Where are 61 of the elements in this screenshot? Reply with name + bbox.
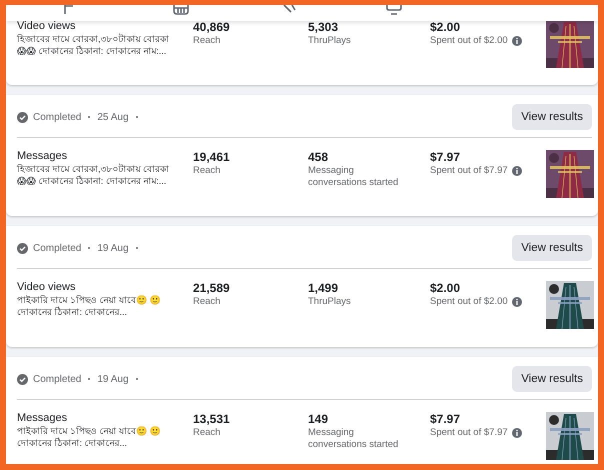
budget-label: Spent out of $7.97 <box>430 165 508 177</box>
amount-spent: $2.00 <box>430 281 462 296</box>
date-text: 19 Aug <box>97 374 129 384</box>
separator-dot <box>88 116 90 118</box>
result-type: Messages <box>17 412 68 425</box>
result-label: ThruPlays <box>308 35 352 47</box>
info-icon[interactable] <box>512 297 522 307</box>
result-label: Messaging conversations started <box>308 427 400 451</box>
budget-label: Spent out of $2.00 <box>430 296 508 308</box>
info-icon[interactable] <box>512 36 522 46</box>
result-value: 458 <box>308 150 330 165</box>
ad-text-line: পাইকারি দামে ১পিছও নেয়া যাবে🙂 🙂 <box>17 425 162 437</box>
check-circle-icon <box>17 242 28 254</box>
reach-value: 13,531 <box>193 412 231 427</box>
view-results-button[interactable]: View results <box>512 366 592 392</box>
check-circle-icon <box>17 112 28 122</box>
reach-value: 19,461 <box>193 150 231 165</box>
info-icon[interactable] <box>512 166 522 176</box>
amount-spent: $7.97 <box>430 412 462 427</box>
ad-text-line: পাইকারি দামে ১পিছও নেয়া যাবে🙂 🙂 <box>17 294 162 306</box>
reach-label: Reach <box>193 35 222 47</box>
result-label: Messaging conversations started <box>308 165 400 189</box>
result-value: 149 <box>308 412 330 427</box>
separator-dot <box>88 378 90 380</box>
storefront-icon[interactable] <box>172 5 190 15</box>
date-text: 19 Aug <box>97 242 129 254</box>
separator-dot <box>88 247 90 249</box>
separator-dot <box>136 116 138 118</box>
ad-text-line: দোকানের ঠিকানা: দোকানের... <box>17 306 128 318</box>
ad-text-line: 😱😱 দোকানের ঠিকানা: দোকানের নাম:... <box>17 175 168 187</box>
separator-dot <box>136 378 138 380</box>
separator-dot <box>136 247 138 249</box>
result-type: Video views <box>17 281 76 294</box>
amount-spent: $7.97 <box>430 150 462 165</box>
status-text: Completed <box>33 242 82 254</box>
result-value: 1,499 <box>308 281 340 296</box>
result-value: 5,303 <box>308 20 340 35</box>
ad-text-line: হিজাবের দামে বোরকা,৩৮০টাকায় বোরকা <box>17 163 170 175</box>
status-text: Completed <box>33 374 82 384</box>
result-type: Messages <box>17 150 68 163</box>
reach-label: Reach <box>193 427 222 439</box>
reach-value: 40,869 <box>193 20 231 35</box>
budget-label: Spent out of $7.97 <box>430 427 508 439</box>
monitor-icon[interactable] <box>386 5 402 15</box>
status-text: Completed <box>33 112 82 122</box>
date-text: 25 Aug <box>97 112 129 122</box>
result-label: ThruPlays <box>308 296 352 308</box>
view-results-button[interactable]: View results <box>512 235 592 261</box>
flag-icon[interactable] <box>62 5 76 15</box>
info-icon[interactable] <box>512 428 522 438</box>
ad-text-line: হিজাবের দামে বোরকা,৩৮০টাকায় বোরকা <box>17 33 170 45</box>
reach-label: Reach <box>193 165 222 177</box>
reach-label: Reach <box>193 296 222 308</box>
budget-label: Spent out of $2.00 <box>430 35 508 47</box>
reach-value: 21,589 <box>193 281 231 296</box>
result-type: Video views <box>17 20 76 33</box>
ad-text-line: দোকানের ঠিকানা: দোকানের... <box>17 437 128 449</box>
view-results-button[interactable]: View results <box>512 104 592 130</box>
ad-text-line: 😱😱 দোকানের ঠিকানা: দোকানের নাম:... <box>17 45 168 57</box>
check-circle-icon <box>17 374 28 384</box>
amount-spent: $2.00 <box>430 20 462 35</box>
